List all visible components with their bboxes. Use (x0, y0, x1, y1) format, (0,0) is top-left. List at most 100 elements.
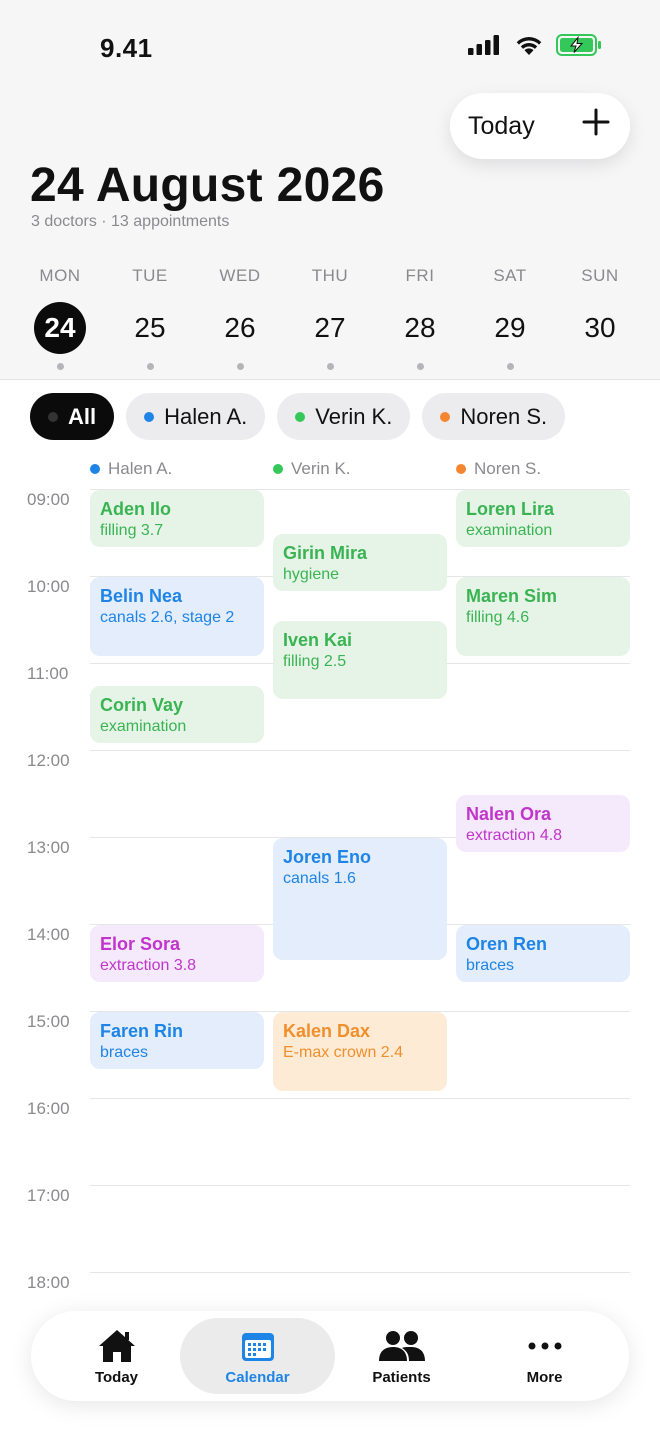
day-tue[interactable]: TUE 25 (105, 266, 195, 370)
appointment-card[interactable]: Belin Nea canals 2.6, stage 2 (90, 577, 264, 656)
add-appointment-button[interactable] (582, 105, 610, 143)
chip-dot (48, 411, 58, 422)
appointment-card[interactable]: Joren Eno canals 1.6 (273, 838, 447, 961)
hour-line (90, 1098, 630, 1099)
hour-line (90, 1185, 630, 1186)
day-indicator-dot (416, 363, 424, 370)
patient-name: Oren Ren (466, 934, 548, 954)
column-dot (90, 464, 100, 474)
hour-label: 14:00 (27, 925, 70, 944)
patient-name: Maren Sim (466, 586, 558, 606)
procedure: filling 4.6 (466, 609, 530, 626)
hour-line (90, 1272, 630, 1273)
chip-label: Halen A. (164, 403, 248, 429)
appointment-card[interactable]: Aden Ilo filling 3.7 (90, 490, 264, 547)
day-number: 30 (584, 312, 616, 343)
day-wed[interactable]: WED 26 (195, 266, 285, 370)
day-sat[interactable]: SAT 29 (465, 266, 555, 370)
hour-label: 17:00 (27, 1186, 70, 1205)
appointment-card[interactable]: Oren Ren braces (456, 925, 630, 982)
appointment-card[interactable]: Corin Vay examination (90, 685, 264, 743)
hour-line (90, 750, 630, 751)
chip-dot (440, 411, 451, 422)
tab-more[interactable]: More (467, 1318, 622, 1394)
procedure: filling 3.7 (100, 522, 164, 539)
day-number: 25 (134, 312, 166, 343)
column-header-2: Noren S. (456, 459, 541, 479)
day-indicator-dot (56, 363, 64, 370)
status-icons (468, 34, 602, 56)
home-icon (97, 1327, 137, 1365)
appointment-card[interactable]: Maren Sim filling 4.6 (456, 577, 630, 656)
hour-label: 15:00 (27, 1012, 70, 1031)
status-bar: 9.41 (0, 0, 660, 90)
filter-chip-halen-a[interactable]: Halen A. (126, 393, 266, 440)
day-name: SAT (493, 266, 527, 285)
patient-name: Belin Nea (100, 586, 183, 606)
day-number: 27 (314, 312, 346, 343)
column-label: Noren S. (474, 459, 542, 478)
column-header-0: Halen A. (90, 459, 172, 479)
column-dot (273, 464, 283, 474)
procedure: filling 2.5 (283, 652, 347, 670)
hour-label: 16:00 (27, 1099, 70, 1118)
tab-bar: Today Calendar Patients More (31, 1311, 629, 1401)
patient-name: Aden Ilo (100, 499, 171, 519)
appointment-card[interactable]: Elor Sora extraction 3.8 (90, 925, 264, 982)
tab-label: More (526, 1368, 563, 1386)
hour-label: 12:00 (27, 751, 70, 770)
day-name: WED (219, 266, 261, 285)
day-name: THU (311, 266, 349, 285)
plus-icon (582, 108, 610, 136)
patient-name: Girin Mira (283, 542, 368, 563)
tab-label: Patients (372, 1368, 431, 1386)
filter-chip-verin-k[interactable]: Verin K. (277, 393, 411, 440)
procedure: extraction 3.8 (100, 957, 197, 974)
signal-icon (468, 35, 499, 55)
hour-label: 09:00 (27, 490, 70, 509)
day-name: SUN (581, 266, 619, 285)
day-number: 29 (494, 312, 526, 343)
procedure: E-max crown 2.4 (283, 1044, 404, 1061)
appointment-card[interactable]: Kalen Dax E-max crown 2.4 (273, 1012, 447, 1091)
chip-label: Verin K. (315, 403, 393, 429)
day-name: FRI (405, 266, 435, 285)
column-label: Halen A. (108, 459, 173, 478)
column-label: Verin K. (291, 459, 351, 478)
appointment-card[interactable]: Nalen Ora extraction 4.8 (456, 794, 630, 852)
wifi-icon (516, 37, 542, 55)
tab-calendar[interactable]: Calendar (180, 1318, 335, 1394)
patients-icon (378, 1327, 426, 1365)
day-fri[interactable]: FRI 28 (375, 266, 465, 370)
patient-name: Joren Eno (283, 847, 372, 867)
calendar-icon (240, 1327, 276, 1365)
procedure: examination (100, 717, 187, 735)
battery-icon (556, 34, 601, 56)
tab-label: Today (94, 1368, 139, 1386)
procedure: canals 2.6, stage 2 (100, 609, 235, 626)
day-sun[interactable]: SUN 30 (555, 266, 645, 370)
appointment-card[interactable]: Iven Kai filling 2.5 (273, 620, 447, 700)
day-mon[interactable]: MON 24 (15, 266, 105, 370)
day-thu[interactable]: THU 27 (285, 266, 375, 370)
chip-dot (144, 411, 155, 422)
patient-name: Corin Vay (100, 694, 184, 715)
patient-name: Loren Lira (466, 499, 555, 519)
hour-label: 13:00 (27, 838, 70, 857)
patient-name: Faren Rin (100, 1021, 184, 1041)
chip-label: All (68, 403, 97, 429)
week-strip: MON 24 TUE 25 WED 26 THU 27 FRI 28 SAT 29 SUN 30 (15, 266, 645, 370)
appointment-card[interactable]: Loren Lira examination (456, 490, 630, 547)
chip-label: Noren S. (460, 403, 548, 429)
filter-chip-all[interactable]: All (30, 393, 115, 440)
day-indicator-dot (146, 363, 154, 370)
today-add-pill: Today (450, 93, 630, 159)
filter-chip-noren-s[interactable]: Noren S. (422, 393, 566, 440)
more-icon (527, 1327, 563, 1365)
appointment-card[interactable]: Girin Mira hygiene (273, 533, 447, 591)
tab-patients[interactable]: Patients (324, 1318, 479, 1394)
tab-today[interactable]: Today (39, 1318, 194, 1394)
day-indicator-dot (506, 363, 514, 370)
today-button[interactable]: Today (468, 112, 535, 141)
appointment-card[interactable]: Faren Rin braces (90, 1012, 264, 1069)
